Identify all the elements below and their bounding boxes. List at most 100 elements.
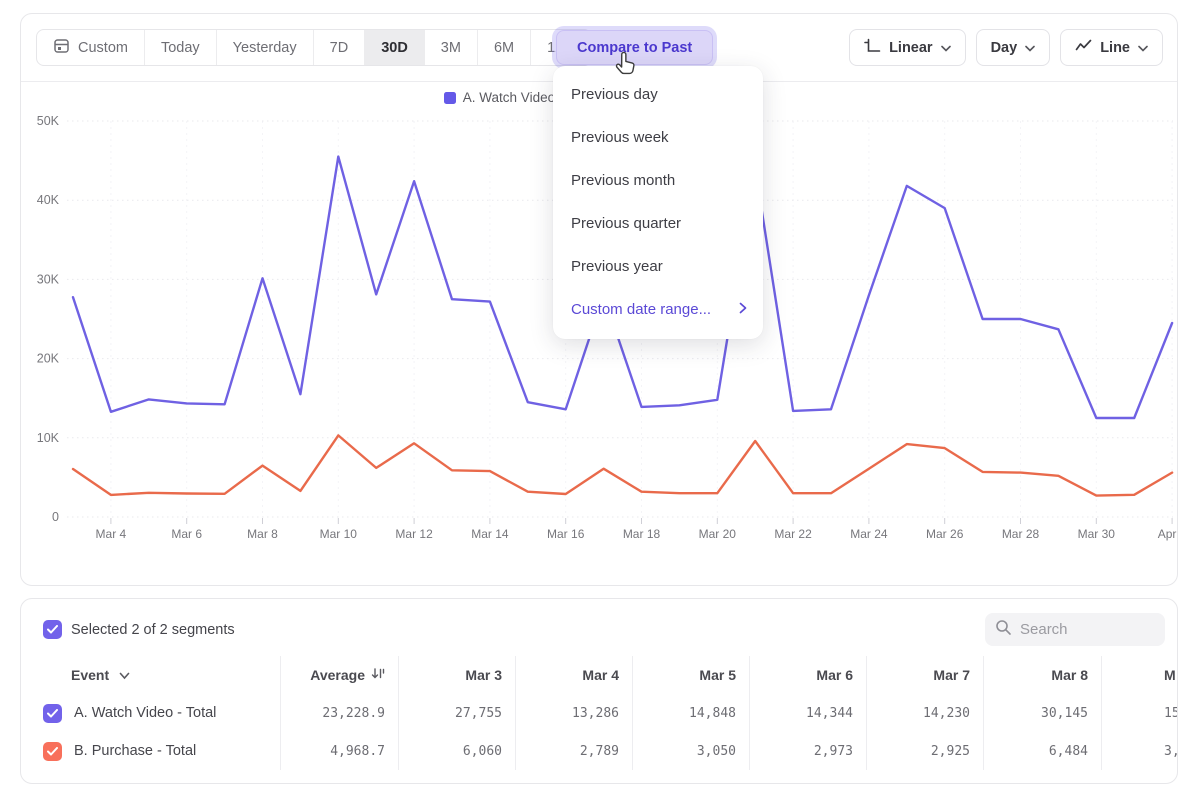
row-value: 2,973 bbox=[750, 732, 867, 770]
segments-table: Event Average Mar 3 Mar 4 Mar 5 Mar 6 Mar 7 Mar… bbox=[21, 656, 1178, 770]
svg-text:Mar 16: Mar 16 bbox=[547, 527, 585, 541]
range-button-custom[interactable]: Custom bbox=[37, 30, 145, 65]
range-button-label: Custom bbox=[78, 40, 128, 56]
column-header-date: Mar 3 bbox=[399, 656, 516, 694]
column-header-average[interactable]: Average bbox=[281, 656, 399, 694]
menu-item-previous-day[interactable]: Previous day bbox=[553, 73, 763, 116]
svg-text:10K: 10K bbox=[37, 431, 60, 445]
menu-item-previous-month[interactable]: Previous month bbox=[553, 159, 763, 202]
range-button-label: 30D bbox=[381, 40, 408, 56]
svg-text:Mar 22: Mar 22 bbox=[774, 527, 812, 541]
row-value: 2,925 bbox=[867, 732, 984, 770]
mouse-cursor-hand-icon bbox=[612, 50, 638, 83]
column-header-date: Mar 4 bbox=[516, 656, 633, 694]
column-header-event[interactable]: Event bbox=[21, 656, 281, 694]
column-header-label: M bbox=[1164, 667, 1176, 683]
compare-to-past-menu: Previous dayPrevious weekPrevious monthP… bbox=[553, 66, 763, 339]
range-button-label: 6M bbox=[494, 40, 514, 56]
chevron-down-icon bbox=[941, 40, 951, 56]
svg-text:Mar 20: Mar 20 bbox=[699, 527, 737, 541]
search-input[interactable] bbox=[1020, 621, 1150, 638]
range-button-30d[interactable]: 30D bbox=[365, 30, 425, 65]
range-button-yesterday[interactable]: Yesterday bbox=[217, 30, 314, 65]
chevron-down-icon bbox=[119, 667, 130, 683]
column-header-date: M bbox=[1102, 656, 1178, 694]
range-button-label: Today bbox=[161, 40, 200, 56]
sort-descending-icon bbox=[371, 667, 385, 683]
column-header-date: Mar 8 bbox=[984, 656, 1102, 694]
svg-text:Mar 30: Mar 30 bbox=[1078, 527, 1116, 541]
svg-text:40K: 40K bbox=[37, 193, 60, 207]
chart-controls: Linear Day Line bbox=[849, 29, 1163, 66]
row-label: A. Watch Video - Total bbox=[74, 705, 216, 721]
range-button-3m[interactable]: 3M bbox=[425, 30, 478, 65]
svg-text:Mar 6: Mar 6 bbox=[171, 527, 202, 541]
svg-text:0: 0 bbox=[52, 510, 59, 524]
svg-text:Mar 10: Mar 10 bbox=[320, 527, 358, 541]
range-button-label: Yesterday bbox=[233, 40, 297, 56]
menu-item-previous-week[interactable]: Previous week bbox=[553, 116, 763, 159]
svg-text:Mar 24: Mar 24 bbox=[850, 527, 888, 541]
row-value: 15, bbox=[1102, 694, 1178, 732]
range-button-label: 3M bbox=[441, 40, 461, 56]
range-button-today[interactable]: Today bbox=[145, 30, 217, 65]
row-checkbox[interactable] bbox=[43, 704, 62, 723]
column-header-label: Mar 6 bbox=[816, 667, 853, 683]
menu-item-label: Custom date range... bbox=[571, 301, 711, 318]
column-header-date: Mar 7 bbox=[867, 656, 984, 694]
column-header-date: Mar 6 bbox=[750, 656, 867, 694]
svg-text:20K: 20K bbox=[37, 352, 60, 366]
row-label: B. Purchase - Total bbox=[74, 743, 196, 759]
column-header-label: Mar 7 bbox=[933, 667, 970, 683]
row-value: 14,344 bbox=[750, 694, 867, 732]
svg-text:Mar 28: Mar 28 bbox=[1002, 527, 1040, 541]
column-header-label: Average bbox=[310, 667, 365, 683]
scale-dropdown[interactable]: Linear bbox=[849, 29, 966, 66]
menu-item-previous-year[interactable]: Previous year bbox=[553, 245, 763, 288]
row-checkbox[interactable] bbox=[43, 742, 62, 761]
table-row[interactable]: B. Purchase - Total bbox=[21, 732, 281, 770]
chart-type-dropdown[interactable]: Line bbox=[1060, 29, 1163, 66]
svg-text:Mar 18: Mar 18 bbox=[623, 527, 661, 541]
menu-item-previous-quarter[interactable]: Previous quarter bbox=[553, 202, 763, 245]
table-row[interactable]: A. Watch Video - Total bbox=[21, 694, 281, 732]
row-average-value: 23,228.9 bbox=[281, 694, 399, 732]
axis-scale-icon bbox=[864, 37, 881, 58]
svg-text:Apr 1: Apr 1 bbox=[1158, 527, 1177, 541]
search-icon bbox=[995, 619, 1012, 641]
legend-swatch bbox=[444, 92, 456, 104]
row-value: 27,755 bbox=[399, 694, 516, 732]
row-value: 30,145 bbox=[984, 694, 1102, 732]
row-value: 2,789 bbox=[516, 732, 633, 770]
column-header-date: Mar 5 bbox=[633, 656, 750, 694]
chevron-right-icon bbox=[739, 301, 747, 318]
svg-text:Mar 8: Mar 8 bbox=[247, 527, 278, 541]
range-button-label: 7D bbox=[330, 40, 349, 56]
range-button-6m[interactable]: 6M bbox=[478, 30, 531, 65]
svg-text:Mar 26: Mar 26 bbox=[926, 527, 964, 541]
select-all-checkbox[interactable] bbox=[43, 620, 62, 639]
column-header-label: Mar 3 bbox=[465, 667, 502, 683]
range-button-7d[interactable]: 7D bbox=[314, 30, 366, 65]
chevron-down-icon bbox=[1138, 40, 1148, 56]
row-value: 3,050 bbox=[633, 732, 750, 770]
column-header-label: Mar 5 bbox=[699, 667, 736, 683]
svg-text:Mar 4: Mar 4 bbox=[96, 527, 127, 541]
column-header-label: Mar 4 bbox=[582, 667, 619, 683]
scale-dropdown-label: Linear bbox=[889, 40, 933, 56]
interval-dropdown[interactable]: Day bbox=[976, 29, 1051, 66]
line-chart-icon bbox=[1075, 37, 1092, 58]
selected-segments-label: Selected 2 of 2 segments bbox=[71, 622, 235, 638]
date-range-segmented-control: CustomTodayYesterday7D30D3M6M12M bbox=[36, 29, 592, 66]
menu-item-custom-date-range[interactable]: Custom date range... bbox=[553, 288, 763, 331]
calendar-icon bbox=[53, 37, 70, 58]
segments-table-card: Selected 2 of 2 segments Event Average Mar… bbox=[20, 598, 1178, 784]
row-value: 14,230 bbox=[867, 694, 984, 732]
svg-text:50K: 50K bbox=[37, 114, 60, 128]
row-average-value: 4,968.7 bbox=[281, 732, 399, 770]
row-value: 6,484 bbox=[984, 732, 1102, 770]
column-header-label: Mar 8 bbox=[1051, 667, 1088, 683]
column-header-label: Event bbox=[71, 667, 109, 683]
search-box[interactable] bbox=[985, 613, 1165, 646]
chart-type-dropdown-label: Line bbox=[1100, 40, 1130, 56]
